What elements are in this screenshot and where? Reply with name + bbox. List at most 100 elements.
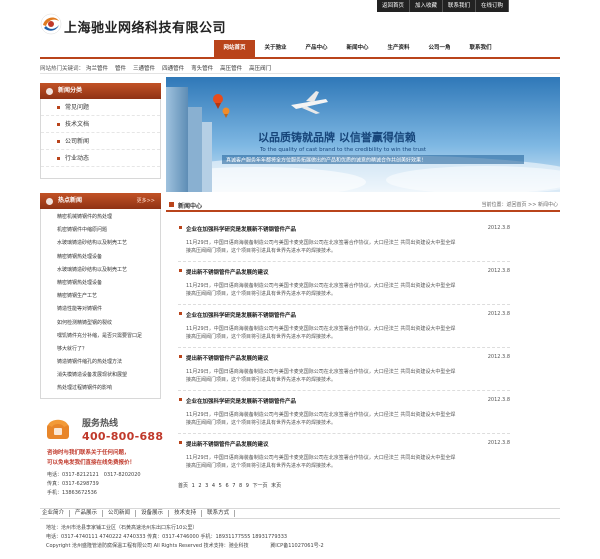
footer-copyright-text: Copyright 沧州盛隆管道防腐保温工程有限公司 All Rights Re… (46, 543, 249, 549)
footer-link[interactable]: 设备展示 (136, 510, 170, 517)
hot-keyword[interactable]: 沟兰管件 (86, 64, 108, 72)
hot-keyword[interactable]: 三通管件 (133, 64, 155, 72)
service-mobile: 手机：13863672536 (47, 490, 97, 496)
banner-image: 以品质铸就品牌 以信誉赢得信赖 To the quality of cast b… (166, 77, 560, 192)
news-header-icon (169, 202, 174, 207)
nav-item-gallery[interactable]: 公司一角 (419, 40, 460, 57)
hot-news-list: 精密机械铸钢件的热处理 机密铸钢件中缩原问题 水玻璃铸造砂结构以及制壳工艺 精密… (40, 209, 161, 399)
news-item: 提出新不锈钢管件产品发展的建议 2012.3.8 11月29日，中国日语商海装备… (178, 354, 510, 391)
hot-news-item[interactable]: 消失模铸造设备发展现状和展望 (41, 369, 160, 382)
top-link-order[interactable]: 在线订购 (476, 0, 510, 12)
news-item-date: 2012.3.8 (487, 354, 510, 360)
top-links: 返回首页 加入收藏 联系我们 在线订购 (377, 0, 510, 12)
hot-news-item[interactable]: 热处理过程铸钢件的影响 (41, 382, 160, 395)
nav-item-home[interactable]: 网站首页 (214, 40, 255, 57)
footer-address: 地址：沧州市沧县李家铺工业区（石黄高速沧州东出口东行10公里） (46, 525, 198, 531)
news-item-date: 2012.3.8 (487, 440, 510, 446)
hot-news-title: 热点新闻 (58, 197, 83, 204)
service-phone: 电话：0317-8212121 0317-8202020 (47, 472, 141, 478)
footer-icp[interactable]: 冀ICP备11027061号-2 (270, 543, 323, 549)
company-logo-icon (40, 13, 62, 35)
category-icon (46, 88, 53, 95)
pagination[interactable]: 首页 1 2 3 4 5 6 7 8 9 下一页 末页 (178, 482, 281, 489)
news-item-summary: 11月29日，中国日语商海装备制造公司与美国卡麦克国际公司在北京签署合作协议，大… (186, 412, 456, 426)
hot-news-item[interactable]: 如何检测精铸型钢的裂纹 (41, 317, 160, 330)
news-item-separator (178, 390, 510, 391)
hot-news-more-link[interactable]: 更多>> (137, 193, 155, 209)
news-header: 新闻中心 当前位置：返回首页 >> 新闻中心 (166, 198, 560, 212)
service-promo: 可以免电发我们直接在线免费报价！ (47, 460, 136, 466)
footer-link[interactable]: 联系方式 (202, 510, 236, 517)
news-item-title[interactable]: 提出新不锈钢管件产品发展的建议 (178, 268, 510, 276)
hot-news-item[interactable]: 水玻璃铸造砂结构以及制壳工艺 (41, 237, 160, 250)
hot-news-item[interactable]: 精密铸钢热处理设备 (41, 277, 160, 290)
news-item-title[interactable]: 企业在加强科学研究是发展新不锈钢管件产品 (178, 397, 510, 405)
category-item[interactable]: 公司新闻 (41, 133, 160, 150)
nav-item-news[interactable]: 新闻中心 (337, 40, 378, 57)
news-item: 企业在加强科学研究是发展新不锈钢管件产品 2012.3.8 11月29日，中国日… (178, 225, 510, 262)
footer-nav: 企业简介 产品展示 公司新闻 设备展示 技术支持 联系方式 (40, 508, 560, 519)
footer-link[interactable]: 产品展示 (70, 510, 104, 517)
footer-link[interactable]: 技术支持 (169, 510, 203, 517)
hot-keywords-label: 网站热门关键词： (40, 65, 85, 72)
hot-keyword[interactable]: 高压阀门 (249, 64, 271, 72)
breadcrumb[interactable]: 当前位置：返回首页 >> 新闻中心 (481, 201, 558, 208)
hot-news-item[interactable]: 铸造铸钢件缩孔的热处理方法 (41, 356, 160, 369)
news-item-date: 2012.3.8 (487, 311, 510, 317)
category-header: 新闻分类 (40, 83, 161, 99)
hot-keyword[interactable]: 四通管件 (162, 64, 184, 72)
news-item-title[interactable]: 提出新不锈钢管件产品发展的建议 (178, 440, 510, 448)
news-item: 提出新不锈钢管件产品发展的建议 2012.3.8 11月29日，中国日语商海装备… (178, 440, 510, 470)
news-item-title[interactable]: 提出新不锈钢管件产品发展的建议 (178, 354, 510, 362)
service-hotline-number: 400-800-688 (82, 430, 164, 443)
hot-keyword[interactable]: 高压管件 (220, 64, 242, 72)
nav-item-products[interactable]: 产品中心 (296, 40, 337, 57)
service-promo: 咨询时与我们联系关于任何问题， (47, 450, 130, 456)
nav-item-contact[interactable]: 联系我们 (460, 40, 501, 57)
hot-news-item[interactable]: 水玻璃铸造砂结构以及制壳工艺 (41, 264, 160, 277)
news-item: 企业在加强科学研究是发展新不锈钢管件产品 2012.3.8 11月29日，中国日… (178, 397, 510, 434)
news-item-summary: 11月29日，中国日语商海装备制造公司与美国卡麦克国际公司在北京签署合作协议，大… (186, 455, 456, 469)
footer-link[interactable]: 公司新闻 (103, 510, 137, 517)
news-item-separator (178, 261, 510, 262)
banner-slogan: 以品质铸就品牌 以信誉赢得信赖 (258, 130, 416, 144)
category-item[interactable]: 常见问题 (41, 99, 160, 116)
hot-news-item[interactable]: 精密机械铸钢件的热处理 (41, 211, 160, 224)
footer-link[interactable]: 企业简介 (40, 510, 71, 517)
company-name: 上海驰业网络科技有限公司 (64, 21, 227, 36)
news-item-summary: 11月29日，中国日语商海装备制造公司与美国卡麦克国际公司在北京签署合作协议，大… (186, 369, 456, 383)
news-item-separator (178, 347, 510, 348)
news-item-summary: 11月29日，中国日语商海装备制造公司与美国卡麦克国际公司在北京签署合作协议，大… (186, 240, 456, 254)
nav-item-materials[interactable]: 生产资料 (378, 40, 419, 57)
header: 上海驰业网络科技有限公司 返回首页 加入收藏 联系我们 在线订购 (0, 0, 600, 36)
hot-news-item[interactable]: 铸造性能等对铸钢件 (41, 303, 160, 316)
hot-news-item[interactable]: 精密铸钢热处理设备 (41, 251, 160, 264)
main-nav: 网站首页 关于驰业 产品中心 新闻中心 生产资料 公司一角 联系我们 (214, 40, 501, 57)
news-item-title[interactable]: 企业在加强科学研究是发展新不锈钢管件产品 (178, 225, 510, 233)
hot-keyword[interactable]: 管件 (115, 64, 126, 72)
top-link-favorite[interactable]: 加入收藏 (410, 0, 444, 12)
news-item-separator (178, 433, 510, 434)
service-fax: 传真：0317-6298739 (47, 481, 99, 487)
phone-icon (47, 419, 69, 439)
nav-item-about[interactable]: 关于驰业 (255, 40, 296, 57)
news-item-separator (178, 304, 510, 305)
hot-news-item[interactable]: 嘿饥铸件充分补缩，是否只需要冒口足 (41, 330, 160, 343)
hot-news-item[interactable]: 机密铸钢件中缩原问题 (41, 224, 160, 237)
top-link-home[interactable]: 返回首页 (377, 0, 411, 12)
category-list: 常见问题 技术文档 公司新闻 行业动态 (40, 99, 161, 179)
hot-keyword[interactable]: 弯头管件 (191, 64, 213, 72)
hot-news-item[interactable]: 够大就行了？ (41, 343, 160, 356)
banner-slogan-en: To the quality of cast brand to the cred… (259, 147, 427, 153)
category-item[interactable]: 行业动态 (41, 150, 160, 167)
news-item-title[interactable]: 企业在加强科学研究是发展新不锈钢管件产品 (178, 311, 510, 319)
category-item[interactable]: 技术文档 (41, 116, 160, 133)
category-title: 新闻分类 (58, 87, 83, 94)
hot-news-item[interactable]: 精密铸钢生产工艺 (41, 290, 160, 303)
news-item-summary: 11月29日，中国日语商海装备制造公司与美国卡麦克国际公司在北京签署合作协议，大… (186, 283, 456, 297)
news-item: 企业在加强科学研究是发展新不锈钢管件产品 2012.3.8 11月29日，中国日… (178, 311, 510, 348)
news-item-date: 2012.3.8 (487, 268, 510, 274)
hot-news-icon (46, 198, 53, 205)
nav-divider (40, 57, 560, 59)
top-link-contact[interactable]: 联系我们 (443, 0, 477, 12)
